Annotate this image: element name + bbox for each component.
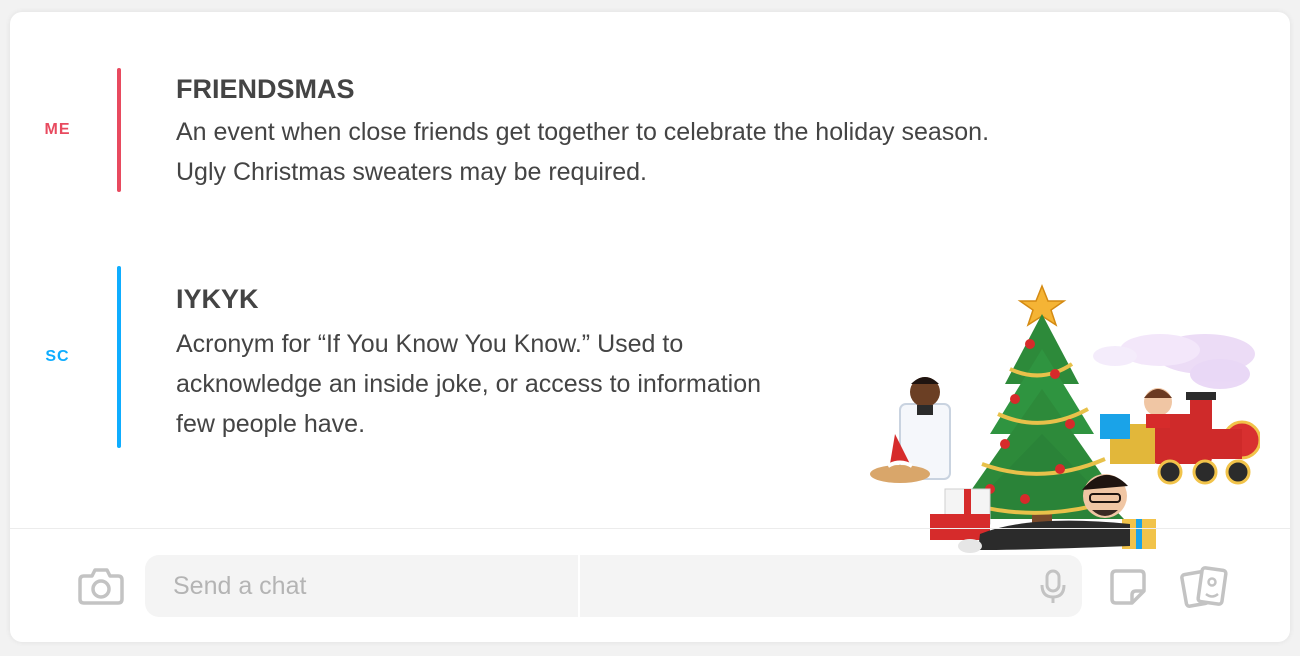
message-title: FRIENDSMAS	[176, 74, 355, 104]
message-body: An event when close friends get together…	[176, 118, 990, 186]
sender-color-bar	[117, 266, 121, 448]
sender-label: ME	[44, 121, 71, 138]
message-title: IYKYK	[176, 284, 259, 314]
chat-input[interactable]: Send a chat	[145, 555, 1082, 617]
chat-window: ME FRIENDSMAS An event when close friend…	[10, 12, 1290, 642]
chat-input-separator	[578, 555, 580, 617]
sticker-icon[interactable]	[1108, 567, 1148, 607]
camera-icon[interactable]	[78, 567, 124, 605]
christmas-tree-bitmoji-sticker[interactable]	[860, 274, 1260, 556]
sender-label: SC	[45, 348, 70, 365]
cards-icon[interactable]	[1180, 565, 1230, 609]
toy-train	[1110, 388, 1260, 485]
message-body: Acronym for “If You Know You Know.” Used…	[176, 330, 762, 438]
microphone-icon[interactable]	[1038, 569, 1068, 605]
train-smoke	[1093, 334, 1255, 389]
chat-composer: Send a chat	[10, 529, 1290, 642]
sender-color-bar	[117, 68, 121, 192]
chat-input-placeholder: Send a chat	[173, 572, 307, 600]
